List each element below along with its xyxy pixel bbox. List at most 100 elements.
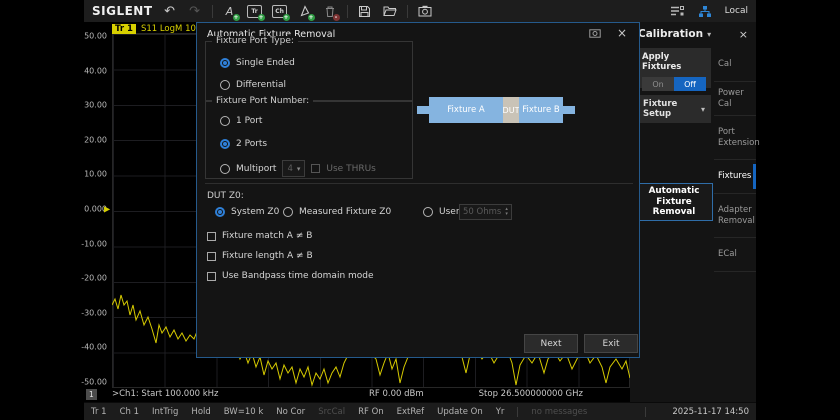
status-item-bw=10-k[interactable]: BW=10 k: [224, 407, 264, 417]
apply-fixtures-label: Apply Fixtures: [642, 52, 706, 72]
port-stub-right: [563, 106, 575, 114]
new-trace-icon[interactable]: Tr +: [247, 3, 263, 19]
group-legend: Fixture Port Number:: [212, 96, 313, 106]
status-item-tr-1[interactable]: Tr 1: [91, 407, 107, 417]
chevron-down-icon: ▾: [297, 165, 301, 173]
start-frequency-label[interactable]: >Ch1: Start 100.000 kHz: [112, 389, 219, 399]
radio-icon[interactable]: [215, 207, 225, 217]
sidebar-menu-item-fixtures[interactable]: Fixtures: [714, 160, 756, 194]
chart-annotations: 1 >Ch1: Start 100.000 kHz RF 0.00 dBm St…: [84, 389, 630, 402]
y-tick-label: -10.00: [81, 239, 107, 248]
add-marker-icon[interactable]: +: [297, 3, 313, 19]
group-legend: Fixture Port Type:: [212, 36, 298, 46]
delete-trash-icon[interactable]: -: [322, 3, 338, 19]
toolbar-divider: [212, 5, 213, 18]
automatic-fixture-removal-button[interactable]: Automatic Fixture Removal: [635, 183, 713, 221]
chevron-down-icon: ▾: [707, 30, 711, 39]
checkbox-icon[interactable]: [207, 232, 216, 241]
bandpass-mode-checkbox-row[interactable]: Use Bandpass time domain mode: [207, 271, 374, 281]
radio-icon[interactable]: [423, 207, 433, 217]
y-tick-label: 20.00: [84, 135, 107, 144]
sidebar-menu: CalPower CalPort ExtensionFixturesAdapte…: [714, 48, 756, 272]
apply-fixtures-toggle[interactable]: On Off: [642, 77, 706, 91]
status-item-update-on[interactable]: Update On: [437, 407, 483, 417]
status-datetime: 2025-11-17 14:50: [672, 407, 749, 417]
radio-2-ports[interactable]: 2 Ports: [220, 139, 267, 149]
radio-icon[interactable]: [220, 139, 230, 149]
automatic-fixture-removal-dialog: Automatic Fixture Removal × Fixture Port…: [196, 22, 640, 358]
screenshot-camera-icon[interactable]: [417, 3, 433, 19]
y-tick-label: -30.00: [81, 308, 107, 317]
fixture-match-checkbox-row[interactable]: Fixture match A ≠ B: [207, 231, 312, 241]
status-item-yr[interactable]: Yr: [496, 407, 505, 417]
save-icon[interactable]: [357, 3, 373, 19]
exit-button[interactable]: Exit: [584, 334, 638, 353]
status-item-inttrig[interactable]: IntTrig: [152, 407, 178, 417]
redo-icon[interactable]: ↷: [187, 3, 203, 19]
sidebar-menu-item-adapter-removal[interactable]: Adapter Removal: [714, 194, 756, 238]
radio-icon[interactable]: [220, 116, 230, 126]
use-thrus-checkbox[interactable]: [311, 164, 320, 173]
undo-icon[interactable]: ↶: [162, 3, 178, 19]
toolbar-divider: [407, 5, 408, 18]
sidebar-menu-item-power-cal[interactable]: Power Cal: [714, 82, 756, 116]
dialog-screenshot-icon[interactable]: [589, 28, 601, 38]
instrument-screen: SIGLENT ↶ ↷ A + Tr + Ch + + -: [84, 0, 756, 420]
fixture-setup-dropdown[interactable]: Fixture Setup ▾: [637, 95, 711, 123]
radio-icon[interactable]: [220, 164, 230, 174]
channel-badge: 1: [86, 389, 97, 400]
fixture-setup-label: Fixture Setup: [643, 99, 701, 119]
fixture-diagram: Fixture A DUT Fixture B: [417, 97, 577, 123]
status-item-rf-on[interactable]: RF On: [358, 407, 384, 417]
sidebar-menu-item-port-extension[interactable]: Port Extension: [714, 116, 756, 160]
radio-multiport[interactable]: Multiport 4 ▾ Use THRUs: [220, 160, 376, 177]
toggle-off-option[interactable]: Off: [674, 77, 706, 91]
y-tick-label: 30.00: [84, 101, 107, 110]
sidebar-close-icon[interactable]: ×: [739, 28, 748, 41]
multiport-count-select[interactable]: 4 ▾: [282, 160, 305, 177]
radio-measured-fixture-z0[interactable]: Measured Fixture Z0: [283, 207, 391, 217]
user-z0-spinbox[interactable]: 50 Ohms ▴ ▾: [459, 204, 512, 220]
fixture-port-type-group: Fixture Port Type: Single Ended Differen…: [205, 41, 413, 101]
layout-icon[interactable]: [669, 3, 685, 19]
status-item-extref[interactable]: ExtRef: [397, 407, 424, 417]
plus-badge-icon: +: [233, 14, 240, 21]
sidebar-title[interactable]: Calibration: [638, 28, 703, 40]
status-item-srccal[interactable]: SrcCal: [318, 407, 345, 417]
status-item-no-cor[interactable]: No Cor: [276, 407, 305, 417]
radio-single-ended[interactable]: Single Ended: [220, 58, 295, 68]
radio-icon[interactable]: [283, 207, 293, 217]
dialog-separator: [205, 183, 633, 184]
fixture-length-checkbox-row[interactable]: Fixture length A ≠ B: [207, 251, 313, 261]
radio-differential[interactable]: Differential: [220, 80, 286, 90]
status-divider: [645, 407, 646, 417]
radio-icon[interactable]: [220, 80, 230, 90]
dialog-close-icon[interactable]: ×: [617, 26, 627, 40]
calibration-sidebar: Calibration ▾ × Apply Fixtures On Off Fi…: [630, 22, 756, 402]
toggle-on-option[interactable]: On: [642, 77, 674, 91]
checkbox-icon[interactable]: [207, 272, 216, 281]
sidebar-header: Calibration ▾ ×: [630, 22, 756, 46]
fixture-a-block: Fixture A: [429, 97, 503, 123]
plus-badge-icon: +: [308, 14, 315, 21]
apply-fixtures-panel: Apply Fixtures On Off: [637, 48, 711, 88]
sidebar-menu-item-cal[interactable]: Cal: [714, 48, 756, 82]
lan-network-icon[interactable]: [697, 3, 713, 19]
local-mode-label[interactable]: Local: [725, 6, 748, 16]
rf-power-label[interactable]: RF 0.00 dBm: [369, 389, 424, 399]
y-tick-label: -20.00: [81, 274, 107, 283]
status-item-hold[interactable]: Hold: [191, 407, 210, 417]
spin-down-icon[interactable]: ▾: [505, 212, 508, 217]
radio-1-port[interactable]: 1 Port: [220, 116, 262, 126]
add-trace-icon[interactable]: A +: [222, 3, 238, 19]
next-button[interactable]: Next: [524, 334, 578, 353]
radio-system-z0[interactable]: System Z0: [215, 207, 279, 217]
new-channel-icon[interactable]: Ch +: [272, 3, 288, 19]
sidebar-menu-item-ecal[interactable]: ECal: [714, 238, 756, 272]
open-folder-icon[interactable]: [382, 3, 398, 19]
checkbox-icon[interactable]: [207, 252, 216, 261]
radio-icon[interactable]: [220, 58, 230, 68]
stop-frequency-label[interactable]: Stop 26.500000000 GHz: [479, 389, 583, 399]
status-item-ch-1[interactable]: Ch 1: [120, 407, 139, 417]
port-stub-left: [417, 106, 429, 114]
